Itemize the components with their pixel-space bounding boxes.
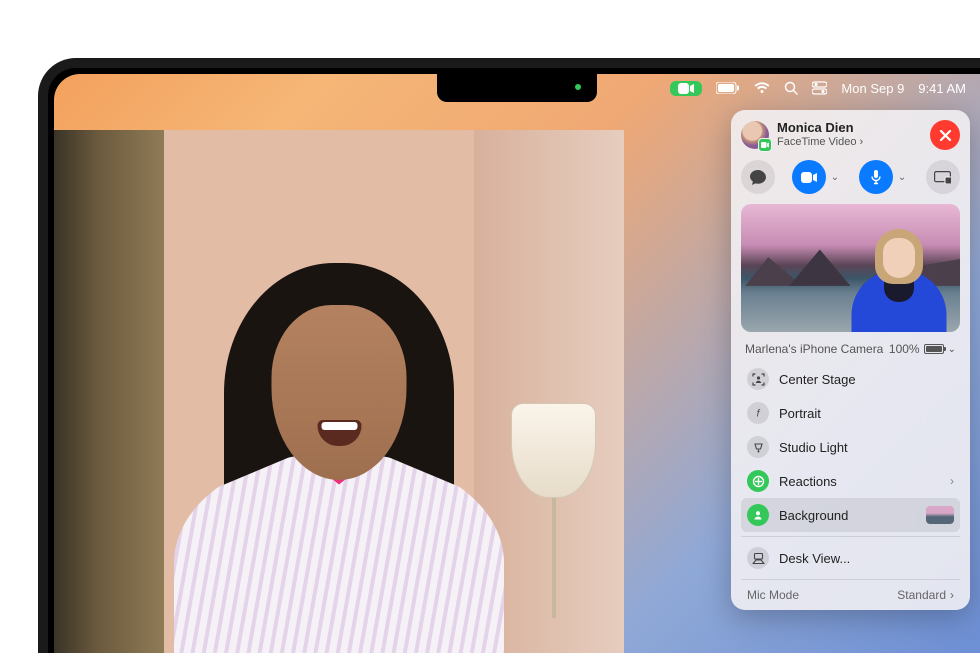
center-stage-option[interactable]: Center Stage [741,362,960,396]
reactions-option[interactable]: Reactions › [741,464,960,498]
camera-options-chevron[interactable]: ⌄ [828,172,842,183]
menubar-time[interactable]: 9:41 AM [918,81,966,96]
mic-mode-row[interactable]: Mic Mode Standard › [741,584,960,602]
camera-led-indicator [575,84,581,90]
laptop-frame: Mon Sep 9 9:41 AM [38,58,980,653]
battery-icon[interactable] [716,82,740,94]
studio-light-option[interactable]: Studio Light [741,430,960,464]
screen-share-button[interactable] [926,160,960,194]
messages-button[interactable] [741,160,775,194]
wifi-icon[interactable] [754,82,770,94]
camera-toggle-button[interactable] [792,160,826,194]
chevron-right-icon: › [950,588,954,602]
facetime-control-panel: Monica Dien FaceTime Video› ⌄ [731,110,970,610]
menubar: Mon Sep 9 9:41 AM [660,74,980,102]
camera-device-row[interactable]: Marlena's iPhone Camera 100% ⌄ [741,342,960,356]
chevron-right-icon: › [859,136,863,149]
studio-light-icon [747,436,769,458]
control-center-icon[interactable] [812,81,827,95]
end-call-button[interactable] [930,120,960,150]
remote-participant-video [149,223,529,653]
self-preview-video[interactable] [741,204,960,332]
center-stage-icon [747,368,769,390]
display-notch [437,74,597,102]
battery-icon [924,344,944,354]
facetime-badge-icon [758,138,772,152]
microphone-toggle-button[interactable] [859,160,893,194]
background-icon [747,504,769,526]
search-icon[interactable] [784,81,798,95]
desk-view-option[interactable]: Desk View... [741,541,960,575]
camera-device-label: Marlena's iPhone Camera [745,342,883,356]
microphone-options-chevron[interactable]: ⌄ [895,172,909,183]
facetime-main-video [54,130,624,653]
portrait-option[interactable]: f Portrait [741,396,960,430]
reactions-icon [747,470,769,492]
mic-mode-label: Mic Mode [747,588,799,602]
facetime-menubar-indicator[interactable] [670,81,702,96]
call-type-link[interactable]: FaceTime Video› [777,136,922,149]
portrait-icon: f [747,402,769,424]
menubar-date[interactable]: Mon Sep 9 [841,81,904,96]
svg-text:f: f [757,409,761,420]
battery-percent-text: 100% [889,342,920,356]
contact-avatar[interactable] [741,121,769,149]
background-option[interactable]: Background [741,498,960,532]
desk-view-icon [747,547,769,569]
chevron-down-icon: ⌄ [948,344,956,355]
screen: Mon Sep 9 9:41 AM [54,74,980,653]
mic-mode-value: Standard [897,588,946,602]
contact-name: Monica Dien [777,121,922,136]
background-thumbnail [926,506,954,524]
chevron-right-icon: › [950,474,954,488]
